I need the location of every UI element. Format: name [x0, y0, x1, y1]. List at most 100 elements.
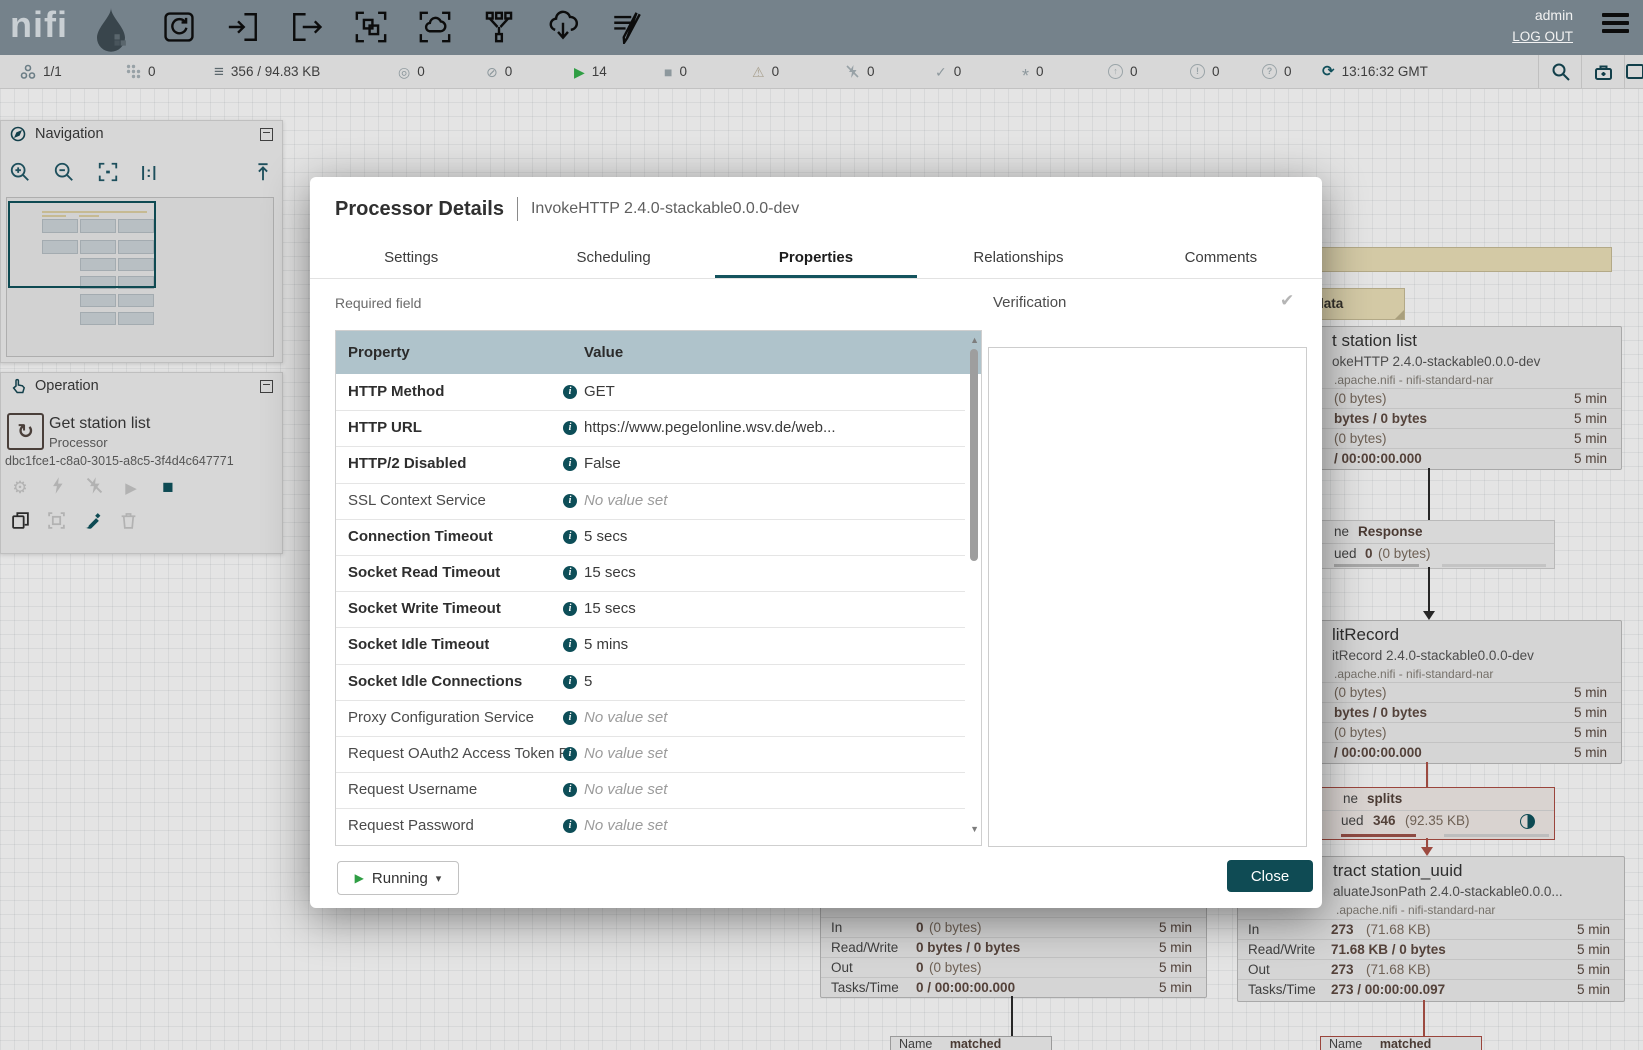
processor-type: okeHTTP 2.4.0-stackable0.0.0-dev: [1332, 354, 1540, 369]
tab-comments[interactable]: Comments: [1120, 240, 1322, 278]
remote-process-group-icon[interactable]: [418, 10, 454, 46]
queue-bar: [1444, 834, 1549, 837]
actual-size-icon[interactable]: |:|: [141, 164, 157, 181]
scrollbar-thumb[interactable]: [970, 349, 978, 561]
search-button[interactable]: [1539, 55, 1581, 88]
info-icon: i: [563, 711, 577, 725]
minimap-viewport[interactable]: [8, 201, 156, 288]
status-bar: 1/1 0 ≡ 356 / 94.83 KB ◎ 0 ⊘ 0 ▶ 14 ■ 0 …: [0, 55, 1643, 89]
cloud-download-icon[interactable]: [546, 10, 582, 46]
label-icon[interactable]: [610, 10, 646, 46]
connection-line: [1423, 1000, 1425, 1036]
up-to-date-icon: ✓: [935, 65, 947, 79]
info-icon: i: [563, 747, 577, 761]
selected-component-name: Get station list: [49, 415, 150, 433]
connection-queued-row: ued 346 (92.35 KB): [1303, 811, 1554, 831]
run-status-dropdown[interactable]: ▶ Running ▾: [337, 861, 459, 895]
global-menu-icon[interactable]: [1602, 13, 1629, 35]
processor-icon[interactable]: [162, 10, 198, 46]
close-button[interactable]: Close: [1227, 860, 1313, 892]
processor-card-splitrecord[interactable]: litRecord itRecord 2.4.0-stackable0.0.0-…: [1302, 620, 1622, 764]
required-field-note: Required field: [335, 295, 421, 311]
stat-row: (0 bytes) 5 min: [1303, 388, 1621, 409]
color-brush-icon[interactable]: [81, 511, 103, 535]
process-group-icon[interactable]: [354, 10, 390, 46]
status-refresh[interactable]: ⟳ 13:16:32 GMT: [1322, 55, 1428, 88]
start-icon[interactable]: ▶: [120, 479, 142, 497]
table-scrollbar[interactable]: ▲ ▼: [965, 331, 981, 845]
property-row[interactable]: Connection Timeout i 5 secs: [336, 519, 965, 556]
nifi-app: ne data t station list okeHTTP 2.4.0-sta…: [0, 0, 1643, 1050]
property-row[interactable]: HTTP Method i GET: [336, 374, 965, 411]
processor-card-station-list[interactable]: t station list okeHTTP 2.4.0-stackable0.…: [1302, 326, 1622, 470]
tab-settings[interactable]: Settings: [310, 240, 512, 278]
disable-icon[interactable]: [83, 476, 105, 500]
verify-check-icon[interactable]: ✔: [1280, 291, 1294, 311]
toolbox-button[interactable]: [1582, 55, 1624, 88]
property-row[interactable]: Request Password i No value set: [336, 808, 965, 844]
birdseye-minimap[interactable]: [6, 197, 274, 357]
connection-name-row: ne Response: [1303, 521, 1554, 544]
processor-name: tract station_uuid: [1333, 861, 1462, 881]
canvas-label-band[interactable]: [1300, 247, 1612, 272]
settings-icon: [1625, 62, 1643, 81]
property-row[interactable]: HTTP URL i https://www.pegelonline.wsv.d…: [336, 410, 965, 447]
stat-row: (0 bytes) 5 min: [1303, 682, 1621, 703]
property-row[interactable]: Proxy Configuration Service i No value s…: [336, 700, 965, 737]
stat-row: Tasks/Time 0 / 00:00:00.000 5 min: [821, 977, 1206, 998]
running-icon: ▶: [574, 65, 585, 79]
info-icon: i: [563, 421, 577, 435]
zoom-out-icon[interactable]: [53, 161, 75, 183]
tab-relationships[interactable]: Relationships: [917, 240, 1119, 278]
collapse-icon[interactable]: [260, 380, 273, 393]
drill-up-icon[interactable]: [252, 161, 274, 183]
stale-icon: ↑: [1108, 64, 1123, 79]
input-port-icon[interactable]: [226, 10, 262, 46]
table-header: Property Value: [336, 331, 981, 374]
logout-link[interactable]: LOG OUT: [1512, 29, 1573, 44]
connection-line: [1428, 567, 1430, 612]
tab-properties[interactable]: Properties: [715, 240, 917, 278]
property-row[interactable]: Request OAuth2 Access Token Prov... i No…: [336, 736, 965, 773]
funnel-icon[interactable]: [482, 10, 518, 46]
connection-label-matched[interactable]: Name matched: [890, 1036, 1052, 1050]
zoom-fit-icon[interactable]: [97, 161, 119, 183]
copy-icon[interactable]: [9, 511, 31, 535]
tab-scheduling[interactable]: Scheduling: [512, 240, 714, 278]
stat-row: / 00:00:00.000 5 min: [1303, 448, 1621, 469]
property-row[interactable]: Socket Read Timeout i 15 secs: [336, 555, 965, 592]
info-icon: i: [563, 457, 577, 471]
stat-row: / 00:00:00.000 5 min: [1303, 742, 1621, 763]
collapse-icon[interactable]: [260, 128, 273, 141]
toolbox-icon: [1594, 62, 1613, 81]
stop-icon[interactable]: ■: [157, 477, 179, 499]
settings-button[interactable]: [1625, 55, 1643, 88]
property-row[interactable]: Socket Idle Timeout i 5 mins: [336, 627, 965, 664]
processor-name: t station list: [1332, 331, 1417, 351]
scroll-up-icon: ▲: [970, 335, 979, 345]
info-icon: i: [563, 566, 577, 580]
stopped-icon: ■: [664, 65, 672, 79]
configure-gear-icon[interactable]: ⚙: [9, 478, 31, 498]
disabled-icon: [845, 64, 860, 79]
property-row[interactable]: HTTP/2 Disabled i False: [336, 446, 965, 483]
stat-row: In 273 (71.68 KB) 5 min: [1238, 919, 1624, 940]
enable-icon[interactable]: [46, 476, 68, 500]
selected-component-id: dbc1fce1-c8a0-3015-a8c5-3f4d4c647771: [5, 454, 234, 468]
divider: [517, 197, 518, 221]
connection-label-splits[interactable]: ne splits ued 346 (92.35 KB): [1302, 787, 1555, 840]
connection-label-matched[interactable]: Name matched: [1320, 1036, 1482, 1050]
property-row[interactable]: Socket Idle Connections i 5: [336, 664, 965, 701]
arrow-head: [1421, 847, 1433, 856]
property-row[interactable]: Request Username i No value set: [336, 772, 965, 809]
info-icon: i: [563, 638, 577, 652]
connection-label-response[interactable]: ne Response ued 0 (0 bytes): [1302, 520, 1555, 569]
delete-trash-icon[interactable]: [117, 511, 139, 535]
counts-grid-icon: [126, 64, 141, 79]
zoom-in-icon[interactable]: [9, 161, 31, 183]
property-row[interactable]: Socket Write Timeout i 15 secs: [336, 591, 965, 628]
processor-details-dialog: Processor Details InvokeHTTP 2.4.0-stack…: [310, 177, 1322, 908]
group-icon[interactable]: [45, 511, 67, 535]
output-port-icon[interactable]: [290, 10, 326, 46]
property-row[interactable]: SSL Context Service i No value set: [336, 483, 965, 520]
